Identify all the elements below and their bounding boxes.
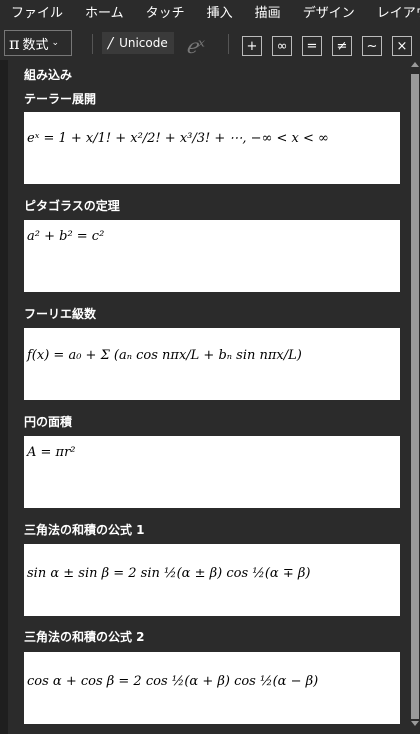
gallery-item-title: ピタゴラスの定理 — [24, 199, 120, 213]
gallery-item-title: 三角法の和積の公式 1 — [24, 523, 145, 537]
equation-button[interactable]: π 数式 ⌄ — [4, 30, 72, 56]
formula-preview: eˣ = 1 + x/1! + x²/2! + x³/3! + ⋯, −∞ < … — [27, 131, 329, 146]
gallery-item-taylor-expansion[interactable]: eˣ = 1 + x/1! + x²/2! + x³/3! + ⋯, −∞ < … — [24, 112, 400, 184]
menu-home[interactable]: ホーム — [74, 0, 135, 28]
formula-preview: cos α + cos β = 2 cos ½(α + β) cos ½(α −… — [27, 674, 319, 689]
gallery-item-title: テーラー展開 — [24, 92, 97, 106]
formula-preview: sin α ± sin β = 2 sin ½(α ± β) cos ½(α ∓… — [27, 566, 311, 581]
toolbar-divider — [228, 34, 229, 54]
gallery-item-pythagorean-theorem[interactable]: a² + b² = c² — [24, 220, 400, 292]
gallery-item-sum-to-product-1[interactable]: sin α ± sin β = 2 sin ½(α ± β) cos ½(α ∓… — [24, 544, 400, 616]
gallery-item-fourier-series[interactable]: f(x) = a₀ + Σ (aₙ cos nπx/L + bₙ sin nπx… — [24, 328, 400, 400]
symbol-equals-button[interactable]: = — [302, 36, 322, 56]
pi-icon: π — [9, 33, 20, 53]
symbol-plus-button[interactable]: + — [242, 36, 262, 56]
equation-toolbar: π 数式 ⌄ / Unicode ℯˣ + ∞ = ≠ ~ × — [0, 28, 420, 60]
section-builtin-title: 組み込み — [24, 68, 73, 82]
unicode-button[interactable]: / Unicode — [102, 32, 174, 54]
gallery-item-title: フーリエ級数 — [24, 307, 97, 321]
menu-draw[interactable]: 描画 — [244, 0, 292, 28]
unicode-label: Unicode — [119, 36, 168, 50]
gallery-item-sum-to-product-2[interactable]: cos α + cos β = 2 cos ½(α + β) cos ½(α −… — [24, 652, 400, 724]
symbol-infinity-button[interactable]: ∞ — [272, 36, 292, 56]
formula-preview: A = πr² — [27, 445, 76, 460]
scroll-down-arrow-icon[interactable] — [411, 721, 419, 726]
symbol-not-equal-button[interactable]: ≠ — [332, 36, 352, 56]
menu-file[interactable]: ファイル — [0, 0, 74, 28]
scrollbar-thumb[interactable] — [411, 74, 419, 719]
ribbon-tab-bar: ファイル ホーム タッチ 挿入 描画 デザイン レイアウト — [0, 0, 420, 28]
menu-design[interactable]: デザイン — [292, 0, 366, 28]
linear-format-icon: / — [108, 34, 114, 52]
chevron-down-icon: ⌄ — [51, 38, 60, 48]
gallery-item-circle-area[interactable]: A = πr² — [24, 436, 400, 508]
formula-preview: a² + b² = c² — [27, 229, 105, 244]
scroll-up-arrow-icon[interactable] — [411, 62, 419, 67]
symbol-times-button[interactable]: × — [392, 36, 412, 56]
latex-ex-icon[interactable]: ℯˣ — [186, 34, 205, 58]
formula-preview: f(x) = a₀ + Σ (aₙ cos nπx/L + bₙ sin nπx… — [27, 348, 302, 363]
menu-touch[interactable]: タッチ — [135, 0, 196, 28]
toolbar-divider — [92, 34, 93, 54]
equation-gallery-panel: 組み込み テーラー展開 eˣ = 1 + x/1! + x²/2! + x³/3… — [8, 58, 412, 734]
gallery-item-title: 円の面積 — [24, 415, 73, 429]
panel-scrollbar[interactable] — [410, 60, 420, 734]
gallery-item-title: 三角法の和積の公式 2 — [24, 630, 145, 644]
symbol-tilde-button[interactable]: ~ — [362, 36, 382, 56]
menu-layout[interactable]: レイアウト — [366, 0, 420, 28]
menu-insert[interactable]: 挿入 — [196, 0, 244, 28]
equation-label: 数式 — [22, 37, 49, 53]
